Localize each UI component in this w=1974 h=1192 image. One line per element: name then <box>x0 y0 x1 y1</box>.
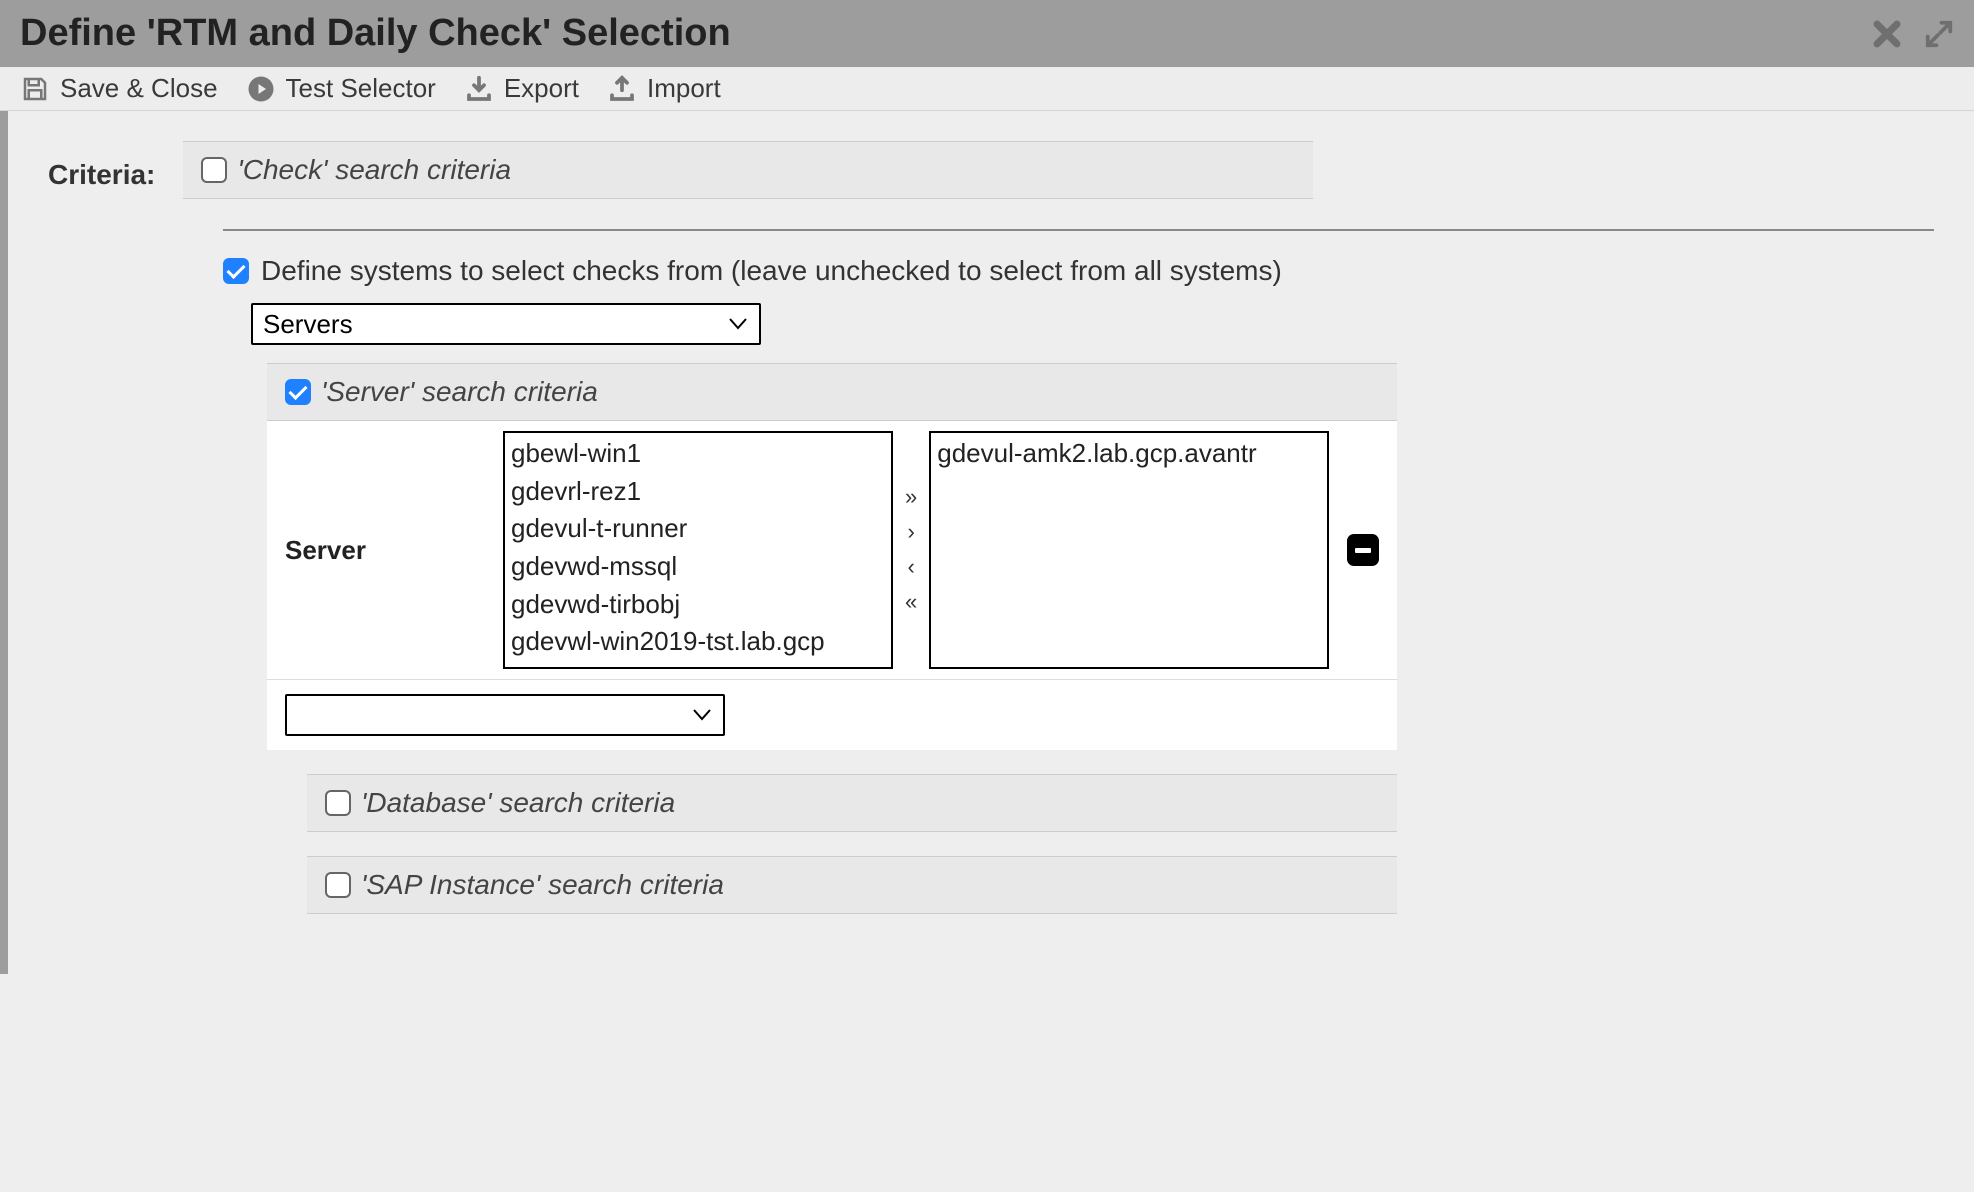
title-bar: Define 'RTM and Daily Check' Selection <box>0 0 1974 67</box>
export-button[interactable]: Export <box>464 73 579 104</box>
toolbar: Save & Close Test Selector Export Import <box>0 67 1974 111</box>
server-column-label: Server <box>285 535 495 566</box>
define-systems-checkbox[interactable] <box>223 258 249 284</box>
list-item[interactable]: gdevrl-rez1 <box>511 473 885 511</box>
move-all-left-button[interactable]: « <box>905 587 917 618</box>
save-close-label: Save & Close <box>60 73 218 104</box>
define-systems-row: Define systems to select checks from (le… <box>223 255 1934 287</box>
criteria-label: Criteria: <box>48 141 155 191</box>
define-systems-label: Define systems to select checks from (le… <box>261 255 1282 287</box>
check-criteria-row[interactable]: 'Check' search criteria <box>183 141 1313 199</box>
import-label: Import <box>647 73 721 104</box>
list-item[interactable]: gdevwd-mssql <box>511 548 885 586</box>
list-item[interactable]: gdevul-t-runner <box>511 510 885 548</box>
remove-criteria-button[interactable] <box>1347 534 1379 566</box>
move-buttons: » › ‹ « <box>901 482 921 617</box>
sap-criteria-label: 'SAP Instance' search criteria <box>361 869 724 901</box>
move-right-button[interactable]: › <box>905 517 917 548</box>
save-close-button[interactable]: Save & Close <box>20 73 218 104</box>
database-criteria-checkbox[interactable] <box>325 790 351 816</box>
play-circle-icon <box>246 74 276 104</box>
move-all-right-button[interactable]: » <box>905 482 917 513</box>
systems-type-select[interactable]: Servers <box>251 303 761 345</box>
server-dual-list: Server gbewl-win1gdevrl-rez1gdevul-t-run… <box>267 421 1397 679</box>
check-criteria-label: 'Check' search criteria <box>237 154 511 186</box>
import-button[interactable]: Import <box>607 73 721 104</box>
list-item[interactable]: gdevul-amk2.lab.gcp.avantr <box>937 435 1321 473</box>
move-left-button[interactable]: ‹ <box>905 552 917 583</box>
list-item[interactable]: gdevwd-tirbobj <box>511 586 885 624</box>
database-criteria-label: 'Database' search criteria <box>361 787 675 819</box>
dialog-frame: Define 'RTM and Daily Check' Selection S… <box>0 0 1974 974</box>
database-criteria-row[interactable]: 'Database' search criteria <box>307 774 1397 832</box>
server-criteria-row[interactable]: 'Server' search criteria <box>267 363 1397 421</box>
selected-servers-list[interactable]: gdevul-amk2.lab.gcp.avantr <box>929 431 1329 669</box>
test-selector-label: Test Selector <box>286 73 436 104</box>
sap-criteria-row[interactable]: 'SAP Instance' search criteria <box>307 856 1397 914</box>
export-label: Export <box>504 73 579 104</box>
list-item[interactable]: gbewl-win1 <box>511 435 885 473</box>
expand-icon[interactable] <box>1924 19 1954 49</box>
add-criteria-row <box>267 679 1397 750</box>
import-icon <box>607 74 637 104</box>
save-icon <box>20 74 50 104</box>
sap-criteria-checkbox[interactable] <box>325 872 351 898</box>
server-criteria-checkbox[interactable] <box>285 379 311 405</box>
test-selector-button[interactable]: Test Selector <box>246 73 436 104</box>
divider <box>223 229 1934 231</box>
add-criteria-select[interactable] <box>285 694 725 736</box>
check-criteria-checkbox[interactable] <box>201 157 227 183</box>
available-servers-list[interactable]: gbewl-win1gdevrl-rez1gdevul-t-runnergdev… <box>503 431 893 669</box>
server-criteria-label: 'Server' search criteria <box>321 376 598 408</box>
dialog-title: Define 'RTM and Daily Check' Selection <box>20 12 1850 55</box>
export-icon <box>464 74 494 104</box>
close-icon[interactable] <box>1870 17 1904 51</box>
list-item[interactable]: gdevwl-win2019-tst.lab.gcp <box>511 623 885 661</box>
dialog-body: Criteria: 'Check' search criteria Define… <box>0 111 1974 974</box>
